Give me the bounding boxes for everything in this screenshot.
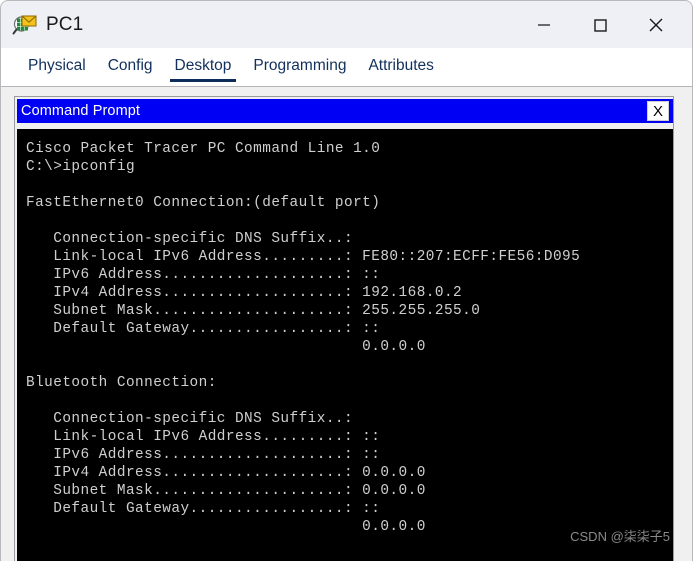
minimize-button[interactable] xyxy=(516,1,572,48)
command-prompt-title: Command Prompt xyxy=(21,103,141,119)
maximize-icon xyxy=(594,18,607,32)
command-prompt-titlebar[interactable]: Command Prompt X xyxy=(17,99,673,123)
pc1-device-window: PC1 Physical Config Desktop Programming … xyxy=(0,0,693,561)
tab-attributes[interactable]: Attributes xyxy=(357,48,444,83)
command-prompt-close-button[interactable]: X xyxy=(647,101,669,121)
terminal-text: Cisco Packet Tracer PC Command Line 1.0 … xyxy=(26,141,581,535)
terminal-output-area[interactable]: Cisco Packet Tracer PC Command Line 1.0 … xyxy=(17,129,673,561)
tab-programming[interactable]: Programming xyxy=(242,48,357,83)
maximize-button[interactable] xyxy=(572,1,628,48)
command-prompt-window: Command Prompt X Cisco Packet Tracer PC … xyxy=(14,96,674,561)
window-titlebar: PC1 xyxy=(1,1,692,48)
device-tabbar: Physical Config Desktop Programming Attr… xyxy=(1,48,692,87)
packet-tracer-pc-icon xyxy=(12,12,38,38)
window-controls xyxy=(516,1,692,48)
desktop-panel: Command Prompt X Cisco Packet Tracer PC … xyxy=(1,87,692,561)
tab-config[interactable]: Config xyxy=(97,48,164,83)
tab-physical[interactable]: Physical xyxy=(17,48,97,83)
page-title: PC1 xyxy=(46,13,84,35)
close-icon xyxy=(649,18,663,31)
close-button[interactable] xyxy=(628,1,684,48)
minimize-icon xyxy=(538,23,550,26)
tab-desktop[interactable]: Desktop xyxy=(164,48,243,83)
